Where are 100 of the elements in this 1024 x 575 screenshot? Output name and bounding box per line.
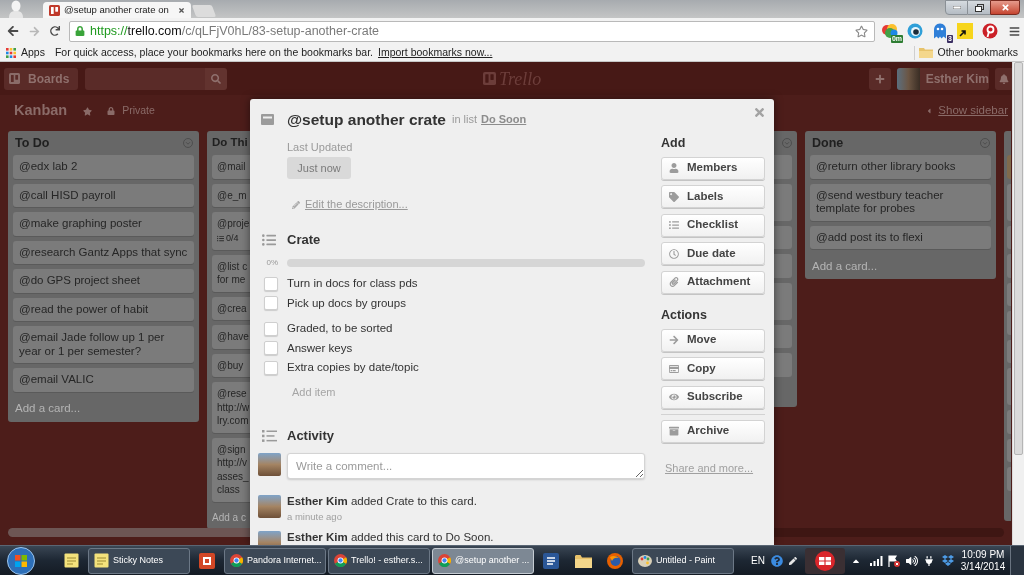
card[interactable]: @call HISD payroll xyxy=(13,183,194,207)
sticky-note-icon[interactable] xyxy=(63,553,79,568)
card[interactable]: @return other library books xyxy=(810,155,991,179)
card[interactable]: @add post its to flexi xyxy=(810,225,991,249)
pen-icon[interactable] xyxy=(789,556,797,565)
share-link[interactable]: Share and more... xyxy=(665,462,754,475)
pin-circle-icon[interactable] xyxy=(982,23,998,39)
checkbox[interactable] xyxy=(264,276,278,291)
card[interactable]: @rese http://w lry.com xyxy=(212,382,250,433)
scrollbar-thumb[interactable] xyxy=(1014,62,1023,455)
card[interactable]: @research Gantz Apps that sync xyxy=(13,240,194,264)
boards-button[interactable]: Boards xyxy=(4,67,78,90)
checklist-item-text[interactable]: Pick up docs by groups xyxy=(287,294,406,312)
sidebar-button[interactable]: Labels xyxy=(661,185,765,208)
taskbar-button[interactable]: Pandora Internet... xyxy=(224,547,326,574)
add-card-link[interactable]: Add a card... xyxy=(15,400,81,418)
notifications-button[interactable] xyxy=(995,67,1012,90)
user-menu-button[interactable]: Esther Kim xyxy=(897,67,989,90)
show-sidebar-link[interactable]: Show sidebar xyxy=(938,102,1008,120)
plug-icon[interactable] xyxy=(924,555,934,566)
checklist-item-text[interactable]: Graded, to be sorted xyxy=(287,320,393,338)
card[interactable]: @email VALIC xyxy=(13,368,194,392)
card[interactable]: @crea xyxy=(212,296,250,320)
sidebar-button[interactable]: Archive xyxy=(661,419,765,443)
sidebar-button[interactable]: Checklist xyxy=(661,213,765,237)
add-button[interactable] xyxy=(869,67,891,90)
card-edge xyxy=(1007,254,1011,278)
browser-tab[interactable]: @setup another crate on xyxy=(43,2,191,18)
star-icon[interactable] xyxy=(83,106,93,116)
checkbox[interactable] xyxy=(264,360,278,375)
checkbox[interactable] xyxy=(264,296,278,311)
add-card-link[interactable]: Add a c xyxy=(212,510,246,525)
card[interactable]: @read the power of habit xyxy=(13,297,194,321)
comment-field[interactable]: Write a comment... xyxy=(287,452,645,479)
search-button[interactable] xyxy=(205,67,227,90)
card[interactable]: @make graphing poster xyxy=(13,212,194,236)
taskbar-button[interactable]: Untitled - Paint xyxy=(632,547,734,574)
edit-description-link[interactable]: Edit the description... xyxy=(292,198,408,211)
card-title[interactable]: @setup another crate xyxy=(287,107,446,132)
import-bookmarks-link[interactable]: Import bookmarks now... xyxy=(378,44,493,61)
add-card-link[interactable]: Add a card... xyxy=(812,257,878,276)
board-title[interactable]: Kanban xyxy=(14,100,68,122)
tray-app-icon[interactable] xyxy=(805,547,845,574)
sidebar-button[interactable]: Attachment xyxy=(661,270,765,294)
card[interactable]: @mail xyxy=(212,155,250,179)
sticky-note-icon[interactable] xyxy=(957,23,973,39)
card[interactable]: @sign http://v asses_ class xyxy=(212,437,250,502)
show-desktop-button[interactable] xyxy=(1010,546,1024,575)
eye-icon[interactable] xyxy=(907,23,923,39)
checklist-item-text[interactable]: Answer keys xyxy=(287,339,353,357)
checkbox[interactable] xyxy=(264,341,278,356)
sidebar-button[interactable]: Subscribe xyxy=(661,385,765,409)
other-bookmarks-button[interactable]: Other bookmarks xyxy=(919,44,1018,61)
card[interactable]: @list c for me xyxy=(212,254,250,292)
start-button[interactable] xyxy=(6,546,36,575)
taskbar-button[interactable]: @setup another ... xyxy=(432,547,534,574)
star-icon[interactable] xyxy=(855,24,868,38)
sidebar-button[interactable]: Move xyxy=(661,328,765,352)
sidebar-button[interactable]: Members xyxy=(661,156,765,180)
apps-button[interactable]: Apps xyxy=(6,44,45,61)
browser-circle-icon xyxy=(230,554,243,567)
search-field[interactable] xyxy=(85,67,205,90)
address-field[interactable]: https://trello.com/c/qLFjV0hL/83-setup-another-crate xyxy=(69,20,875,42)
speaker-icon[interactable] xyxy=(906,554,918,567)
checklist-item-text[interactable]: Turn in docs for class pds xyxy=(287,275,418,293)
folder-icon[interactable] xyxy=(574,553,592,568)
card[interactable]: @edx lab 2 xyxy=(13,155,194,179)
menu-icon[interactable] xyxy=(1009,25,1020,37)
card[interactable]: @proje 0/4 xyxy=(212,212,250,250)
ghost-icon[interactable] xyxy=(933,23,947,39)
slides-app-icon[interactable] xyxy=(199,552,215,569)
close-icon[interactable] xyxy=(178,6,185,14)
taskbar-button[interactable]: Trello! - esther.s... xyxy=(328,547,430,574)
card[interactable]: @buy xyxy=(212,353,250,377)
reload-icon[interactable] xyxy=(50,26,60,36)
taskbar-button[interactable]: Sticky Notes xyxy=(88,547,190,574)
clock-button[interactable]: 10:09 PM 3/14/2014 xyxy=(958,548,1008,573)
globe-icon[interactable] xyxy=(607,552,623,569)
flag-error-icon[interactable] xyxy=(888,554,900,567)
document-app-icon[interactable] xyxy=(543,552,559,569)
checkbox[interactable] xyxy=(264,321,278,336)
back-icon[interactable] xyxy=(7,25,19,37)
open-box-icon[interactable] xyxy=(942,555,954,566)
card[interactable]: @send westbury teacher template for probes xyxy=(810,183,991,221)
list-link[interactable]: Do Soon xyxy=(481,111,527,128)
language-indicator[interactable]: EN xyxy=(751,553,765,568)
close-window-button[interactable] xyxy=(990,0,1020,15)
help-icon[interactable] xyxy=(771,554,783,567)
sidebar-button[interactable]: Due date xyxy=(661,242,765,265)
add-item-link[interactable]: Add item xyxy=(292,383,336,401)
maximize-button[interactable] xyxy=(968,0,990,15)
card[interactable]: @e_m xyxy=(212,183,250,207)
card[interactable]: @email Jade follow up 1 per year or 1 per semester? xyxy=(13,326,194,363)
last-updated-button[interactable]: Just now xyxy=(287,157,351,179)
signal-bars-icon[interactable] xyxy=(870,555,883,566)
checklist-item-text[interactable]: Extra copies by date/topic xyxy=(287,359,419,377)
card[interactable]: @do GPS project sheet xyxy=(13,269,194,293)
card[interactable]: @have xyxy=(212,325,250,349)
sidebar-button[interactable]: Copy xyxy=(661,357,765,380)
visibility-button[interactable]: Private xyxy=(107,103,155,119)
